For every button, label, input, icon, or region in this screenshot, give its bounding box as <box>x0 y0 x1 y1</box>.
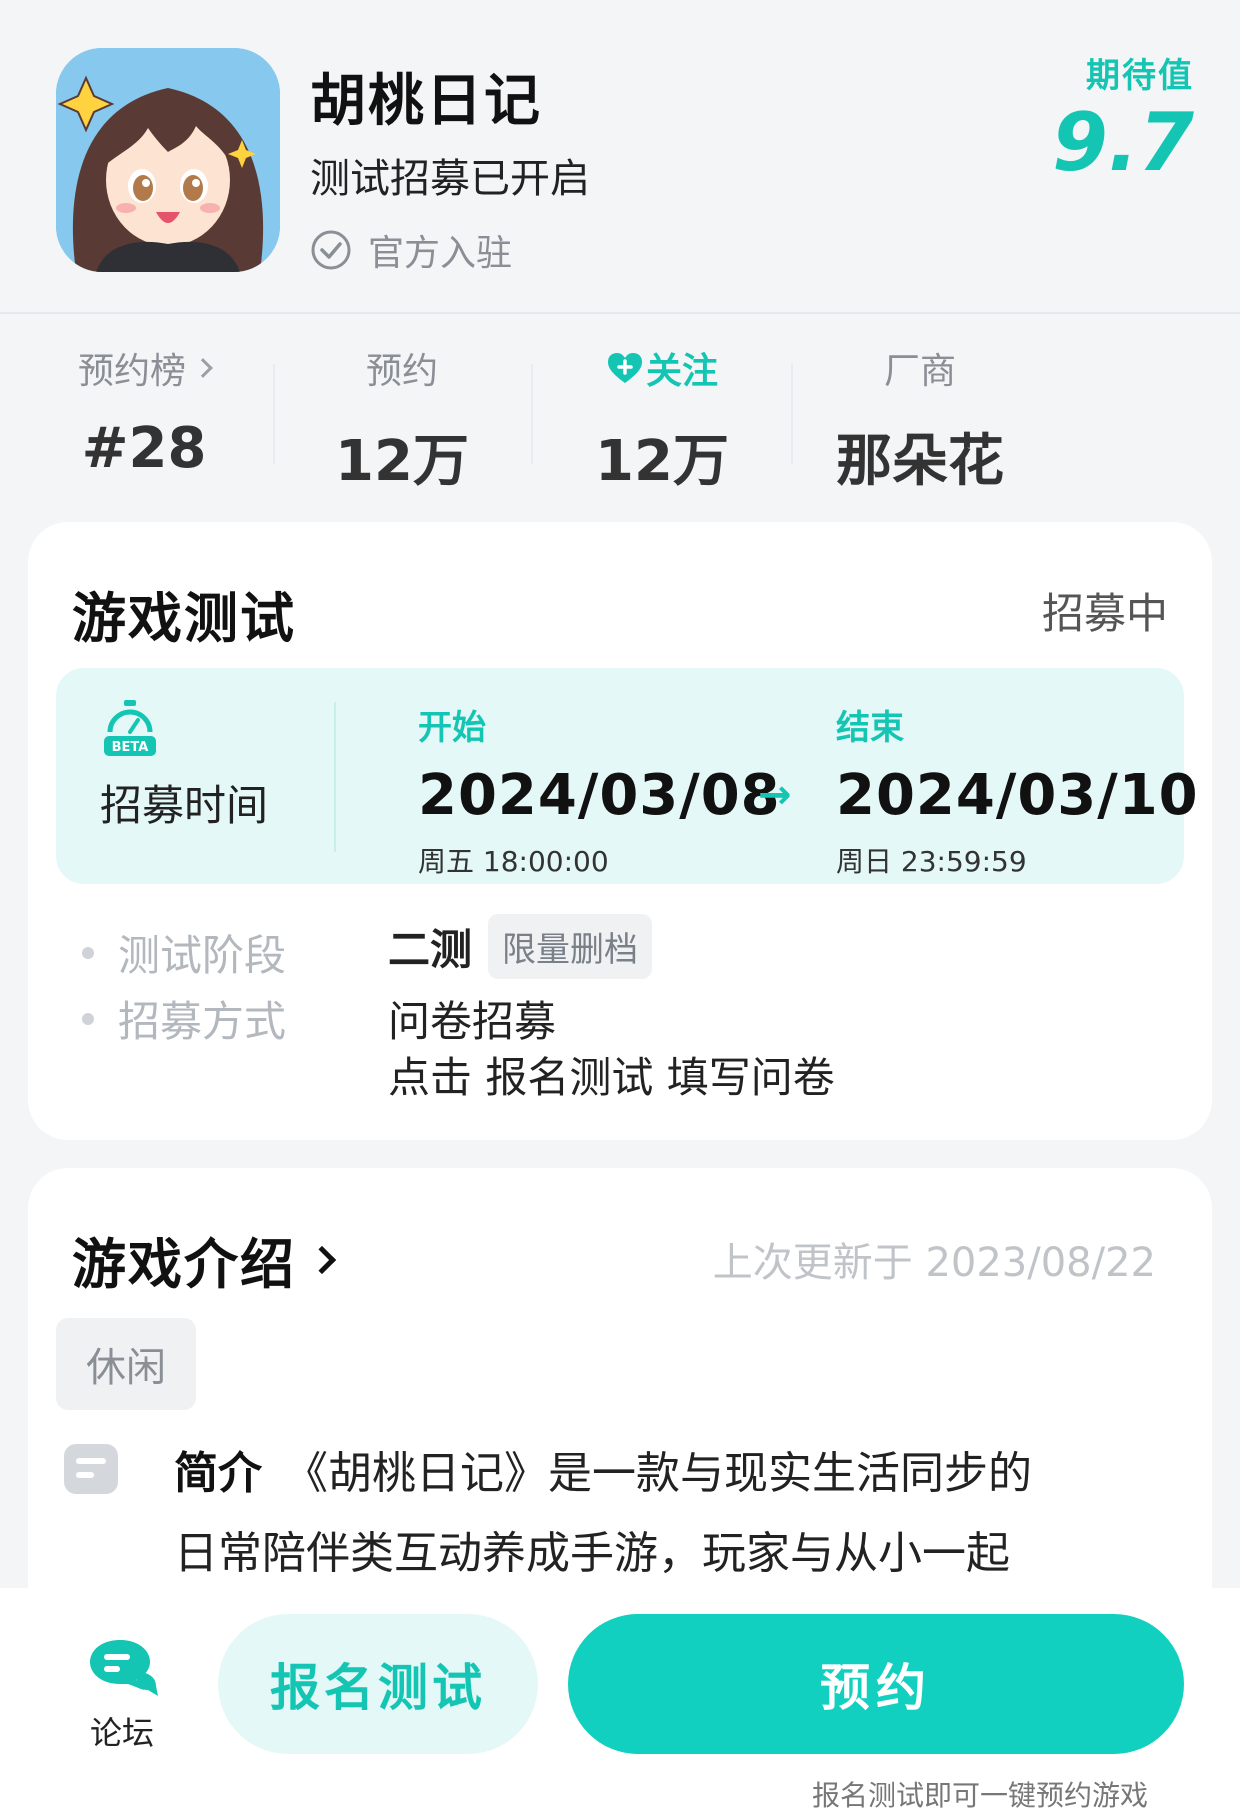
summary-icon <box>64 1444 118 1494</box>
forum-button[interactable]: 论坛 <box>70 1632 174 1754</box>
game-test-title: 游戏测试 <box>72 587 296 650</box>
arrow-right-icon: → <box>758 772 792 818</box>
chat-bubbles-icon <box>90 1640 158 1696</box>
official-label: 官方入驻 <box>368 233 513 274</box>
stat-reservations: 预约 12万 <box>272 344 532 497</box>
recruit-status: 招募中 <box>1041 589 1168 638</box>
app-header: 胡桃日记 测试招募已开启 官方入驻 期待值 9.7 <box>0 0 1240 312</box>
recruit-time-box: BETA 招募时间 开始 2024/03/08 周五 18:00:00 → 结束… <box>56 668 1198 884</box>
end-time: 结束 2024/03/10 周日 23:59:59 <box>836 700 1199 880</box>
follow-label: 关注 <box>645 351 718 392</box>
stat-reservations-label: 预约 <box>365 351 438 392</box>
beta-timer-icon: BETA <box>104 700 156 756</box>
genre-tag[interactable]: 休闲 <box>56 1318 196 1410</box>
verified-check-icon <box>311 230 351 270</box>
summary-text: 简介 《胡桃日记》是一款与现实生活同步的 日常陪伴类互动养成手游，玩家与从小一起 <box>174 1434 1174 1594</box>
game-test-card: 游戏测试 招募中 BETA 招募时间 开始 2024/03/08 周五 18:0… <box>28 522 1212 1140</box>
stat-rank-label: 预约榜 <box>77 351 186 392</box>
test-phase-value-row: 二测 限量删档 <box>388 914 653 979</box>
expectation-label: 期待值 <box>1086 56 1194 96</box>
end-label: 结束 <box>836 708 904 748</box>
game-intro-title: 游戏介绍 <box>72 1233 296 1296</box>
recruit-method-label: 招募方式 <box>118 997 287 1046</box>
stat-vendor-label: 厂商 <box>883 351 956 392</box>
beta-text: BETA <box>112 740 149 755</box>
test-phase-value: 二测 <box>388 925 473 974</box>
test-phase-row: 测试阶段 <box>82 922 286 983</box>
app-icon <box>56 48 280 272</box>
expectation-score: 期待值 9.7 <box>1052 48 1194 183</box>
header-divider <box>0 312 1240 314</box>
stat-vendor-value: 那朵花 <box>836 429 1004 494</box>
phase-tag: 限量删档 <box>488 914 653 979</box>
stat-reservations-value: 12万 <box>335 429 469 494</box>
follow-button[interactable]: 关注 <box>532 344 792 392</box>
time-divider <box>334 702 336 852</box>
heart-plus-icon <box>607 353 642 383</box>
stat-rank[interactable]: 预约榜 #28 <box>14 344 274 481</box>
start-date: 2024/03/08 <box>418 763 781 828</box>
last-updated: 上次更新于 2023/08/22 <box>712 1240 1156 1286</box>
recruit-time-label: 招募时间 <box>100 781 269 830</box>
stat-vendor[interactable]: 厂商 那朵花 <box>790 344 1050 497</box>
game-intro-title-link[interactable]: 游戏介绍 <box>72 1220 337 1299</box>
recruit-method-row: 招募方式 <box>82 988 286 1049</box>
summary-line-1: 《胡桃日记》是一款与现实生活同步的 <box>284 1448 1032 1499</box>
page: 胡桃日记 测试招募已开启 官方入驻 期待值 9.7 预约榜 #28 预约 12万 <box>0 0 1240 1820</box>
start-time: 开始 2024/03/08 周五 18:00:00 <box>418 700 781 880</box>
app-name: 胡桃日记 <box>310 69 542 134</box>
official-badge: 官方入驻 <box>310 224 512 276</box>
stat-rank-value: #28 <box>81 416 207 481</box>
test-phase-label: 测试阶段 <box>118 931 287 980</box>
bullet-dot <box>82 1012 94 1025</box>
start-weekday-time: 周五 18:00:00 <box>418 845 609 878</box>
expectation-value: 9.7 <box>1052 96 1194 189</box>
signup-test-button[interactable]: 报名测试 <box>218 1614 538 1754</box>
start-label: 开始 <box>418 708 486 748</box>
stat-follow[interactable]: 关注 12万 <box>532 344 792 497</box>
recruit-method-value: 问卷招募 <box>388 997 557 1046</box>
chevron-right-icon <box>193 358 213 378</box>
chevron-right-icon <box>307 1245 337 1274</box>
app-status-text: 测试招募已开启 <box>310 156 590 202</box>
reserve-hint: 报名测试即可一键预约游戏 <box>812 1779 1149 1812</box>
bottom-action-bar: 论坛 报名测试 预约 报名测试即可一键预约游戏 <box>0 1588 1240 1820</box>
recruit-method-detail: 点击 报名测试 填写问卷 <box>388 1053 835 1102</box>
end-date: 2024/03/10 <box>836 763 1199 828</box>
stat-follow-value: 12万 <box>595 429 729 494</box>
forum-label: 论坛 <box>89 1714 154 1752</box>
summary-line-2: 日常陪伴类互动养成手游，玩家与从小一起 <box>174 1528 1010 1579</box>
bullet-dot <box>82 946 94 959</box>
stats-row: 预约榜 #28 预约 12万 关注 12万 厂商 那朵花 <box>0 330 1240 494</box>
stat-rank-label-row: 预约榜 <box>14 344 274 392</box>
end-weekday-time: 周日 23:59:59 <box>836 845 1027 878</box>
summary-label: 简介 <box>174 1448 262 1499</box>
reserve-button[interactable]: 预约 <box>568 1614 1184 1754</box>
